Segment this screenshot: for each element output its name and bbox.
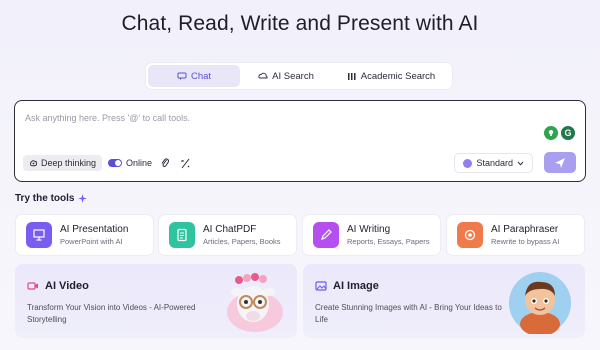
tab-academic-search[interactable]: Academic Search bbox=[332, 65, 450, 87]
tool-title: AI Paraphraser bbox=[491, 224, 559, 235]
chat-bubble-icon bbox=[177, 72, 187, 80]
sparkle-icon bbox=[78, 194, 88, 203]
model-icon bbox=[463, 158, 473, 168]
tool-card-ai-writing[interactable]: AI Writing Reports, Essays, Papers bbox=[302, 214, 441, 256]
feature-title-text: AI Video bbox=[45, 280, 89, 292]
pen-icon bbox=[313, 222, 339, 248]
grammarly-icon[interactable]: G bbox=[561, 126, 575, 140]
boy-illustration bbox=[509, 272, 571, 334]
attachment-icon[interactable] bbox=[158, 156, 172, 170]
online-switch[interactable] bbox=[108, 159, 123, 167]
extension-icons: G bbox=[544, 126, 575, 140]
goat-illustration bbox=[227, 273, 283, 332]
tab-ai-search-label: AI Search bbox=[272, 70, 314, 82]
image-icon bbox=[315, 281, 327, 291]
cloud-search-icon bbox=[258, 72, 268, 79]
online-toggle[interactable]: Online bbox=[108, 158, 152, 168]
document-icon bbox=[169, 222, 195, 248]
chevron-down-icon bbox=[517, 161, 524, 166]
tab-chat-label: Chat bbox=[190, 70, 212, 82]
chat-input[interactable]: Ask anything here. Press '@' to call too… bbox=[25, 113, 190, 123]
feature-description: Transform Your Vision into Videos - AI-P… bbox=[27, 303, 196, 324]
presentation-icon bbox=[26, 222, 52, 248]
video-icon bbox=[27, 282, 38, 290]
lightbulb-icon[interactable] bbox=[544, 126, 558, 140]
tool-title: AI ChatPDF bbox=[203, 224, 257, 235]
chat-input-box[interactable]: Ask anything here. Press '@' to call too… bbox=[14, 100, 586, 182]
tool-subtitle: Articles, Papers, Books bbox=[203, 237, 281, 246]
deep-thinking-label: Deep thinking bbox=[41, 158, 97, 168]
brain-icon bbox=[30, 159, 38, 166]
rewrite-icon bbox=[457, 222, 483, 248]
deep-thinking-button[interactable]: Deep thinking bbox=[23, 155, 103, 171]
feature-card-ai-image[interactable]: AI Image Create Stunning Images with AI … bbox=[303, 264, 585, 338]
feature-description: Create Stunning Images with AI - Bring Y… bbox=[315, 303, 502, 324]
prompt-tool-icon[interactable] bbox=[178, 156, 192, 170]
library-icon bbox=[347, 73, 356, 80]
send-button[interactable] bbox=[544, 152, 576, 173]
feature-title: AI Image bbox=[315, 280, 379, 292]
feature-title-text: AI Image bbox=[333, 280, 379, 292]
online-label: Online bbox=[126, 158, 153, 168]
tab-chat[interactable]: Chat bbox=[148, 65, 240, 87]
try-tools-heading: Try the tools bbox=[15, 193, 88, 204]
tool-subtitle: Rewrite to bypass AI bbox=[491, 237, 560, 246]
tool-subtitle: Reports, Essays, Papers bbox=[347, 237, 430, 246]
tool-title: AI Writing bbox=[347, 224, 391, 235]
tool-card-ai-presentation[interactable]: AI Presentation PowerPoint with AI bbox=[15, 214, 154, 256]
tool-card-ai-paraphraser[interactable]: AI Paraphraser Rewrite to bypass AI bbox=[446, 214, 585, 256]
tool-subtitle: PowerPoint with AI bbox=[60, 237, 123, 246]
tab-ai-search[interactable]: AI Search bbox=[240, 65, 332, 87]
model-select[interactable]: Standard bbox=[454, 153, 533, 173]
feature-card-ai-video[interactable]: AI Video Transform Your Vision into Vide… bbox=[15, 264, 297, 338]
send-icon bbox=[555, 157, 565, 168]
mode-tabs: Chat AI Search Academic Search bbox=[145, 62, 453, 90]
tool-card-ai-chatpdf[interactable]: AI ChatPDF Articles, Papers, Books bbox=[158, 214, 297, 256]
feature-title: AI Video bbox=[27, 280, 89, 292]
try-tools-label: Try the tools bbox=[15, 193, 75, 204]
tab-academic-search-label: Academic Search bbox=[360, 70, 436, 82]
page-title: Chat, Read, Write and Present with AI bbox=[121, 12, 479, 35]
chat-toolbar: Deep thinking Online bbox=[23, 155, 192, 171]
tool-title: AI Presentation bbox=[60, 224, 129, 235]
model-label: Standard bbox=[476, 158, 513, 168]
